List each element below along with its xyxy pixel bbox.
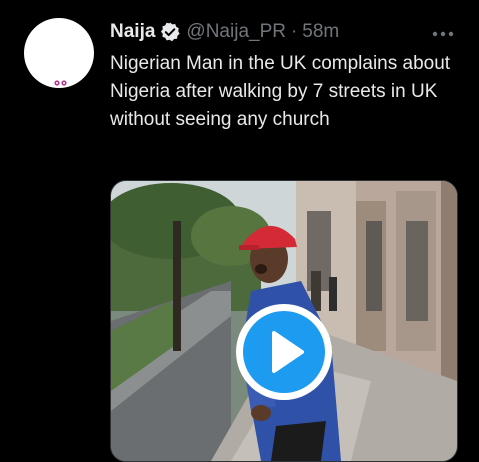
author-name[interactable]: Naija: [110, 21, 155, 43]
tweet-header: Naija @Naija_PR · 58m: [110, 20, 339, 44]
play-button[interactable]: [234, 302, 334, 402]
author-handle[interactable]: @Naija_PR: [186, 21, 286, 43]
header-separator: ·: [290, 21, 298, 42]
avatar-eyes-icon: [54, 80, 67, 86]
verified-badge-icon: [159, 21, 181, 43]
avatar[interactable]: [24, 18, 94, 88]
tweet-timestamp[interactable]: 58m: [302, 21, 339, 43]
play-icon: [236, 304, 332, 400]
more-options-icon[interactable]: [431, 30, 455, 38]
tweet[interactable]: Naija @Naija_PR · 58m Nigerian Man in th…: [0, 0, 479, 462]
tweet-text: Nigerian Man in the UK complains about N…: [110, 53, 451, 130]
